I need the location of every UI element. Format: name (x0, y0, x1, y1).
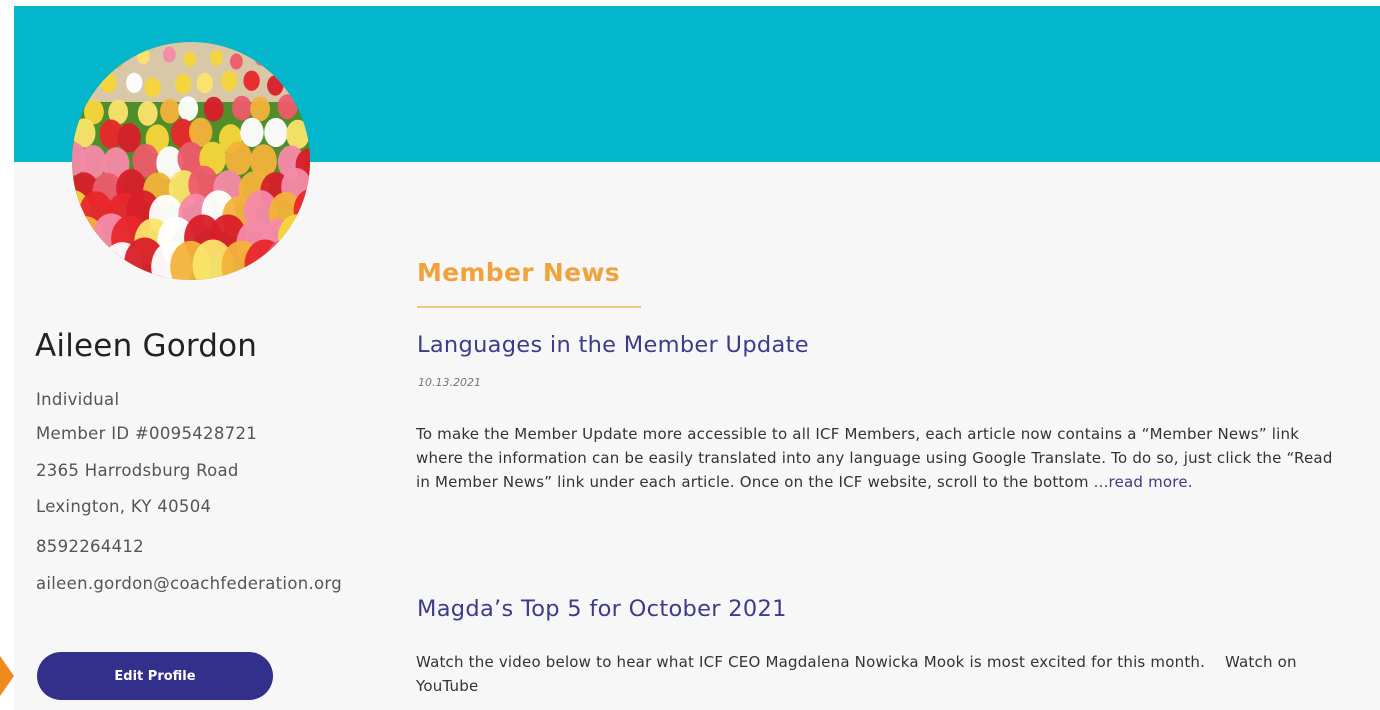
email-address: aileen.gordon@coachfederation.org (36, 574, 342, 593)
read-more-link[interactable]: ...read more. (1094, 473, 1193, 491)
article-date: 10.13.2021 (418, 376, 481, 389)
article-body-text: Watch the video below to hear what ICF C… (416, 653, 1206, 671)
page: Aileen Gordon Individual Member ID #0095… (0, 0, 1380, 710)
avatar[interactable] (72, 42, 310, 280)
member-profile-card: Aileen Gordon Individual Member ID #0095… (14, 6, 1380, 710)
member-name: Aileen Gordon (35, 328, 258, 364)
article-summary-magda-top5: Watch the video below to hear what ICF C… (416, 650, 1346, 698)
phone-number: 8592264412 (36, 537, 144, 556)
tulip-photo-icon (72, 42, 310, 280)
article-title-languages[interactable]: Languages in the Member Update (417, 332, 809, 358)
article-summary-languages: To make the Member Update more accessibl… (416, 422, 1346, 494)
member-news-heading: Member News (417, 258, 620, 287)
article-body-text: To make the Member Update more accessibl… (416, 425, 1333, 491)
edit-profile-button[interactable]: Edit Profile (37, 652, 273, 700)
member-id: Member ID #0095428721 (36, 424, 258, 443)
address-line-2: Lexington, KY 40504 (36, 497, 212, 516)
orange-arrow-pointer-icon (0, 656, 14, 696)
article-title-magda-top5[interactable]: Magda’s Top 5 for October 2021 (417, 596, 787, 622)
heading-underline (417, 306, 641, 308)
membership-type: Individual (36, 390, 120, 409)
address-line-1: 2365 Harrodsburg Road (36, 461, 239, 480)
